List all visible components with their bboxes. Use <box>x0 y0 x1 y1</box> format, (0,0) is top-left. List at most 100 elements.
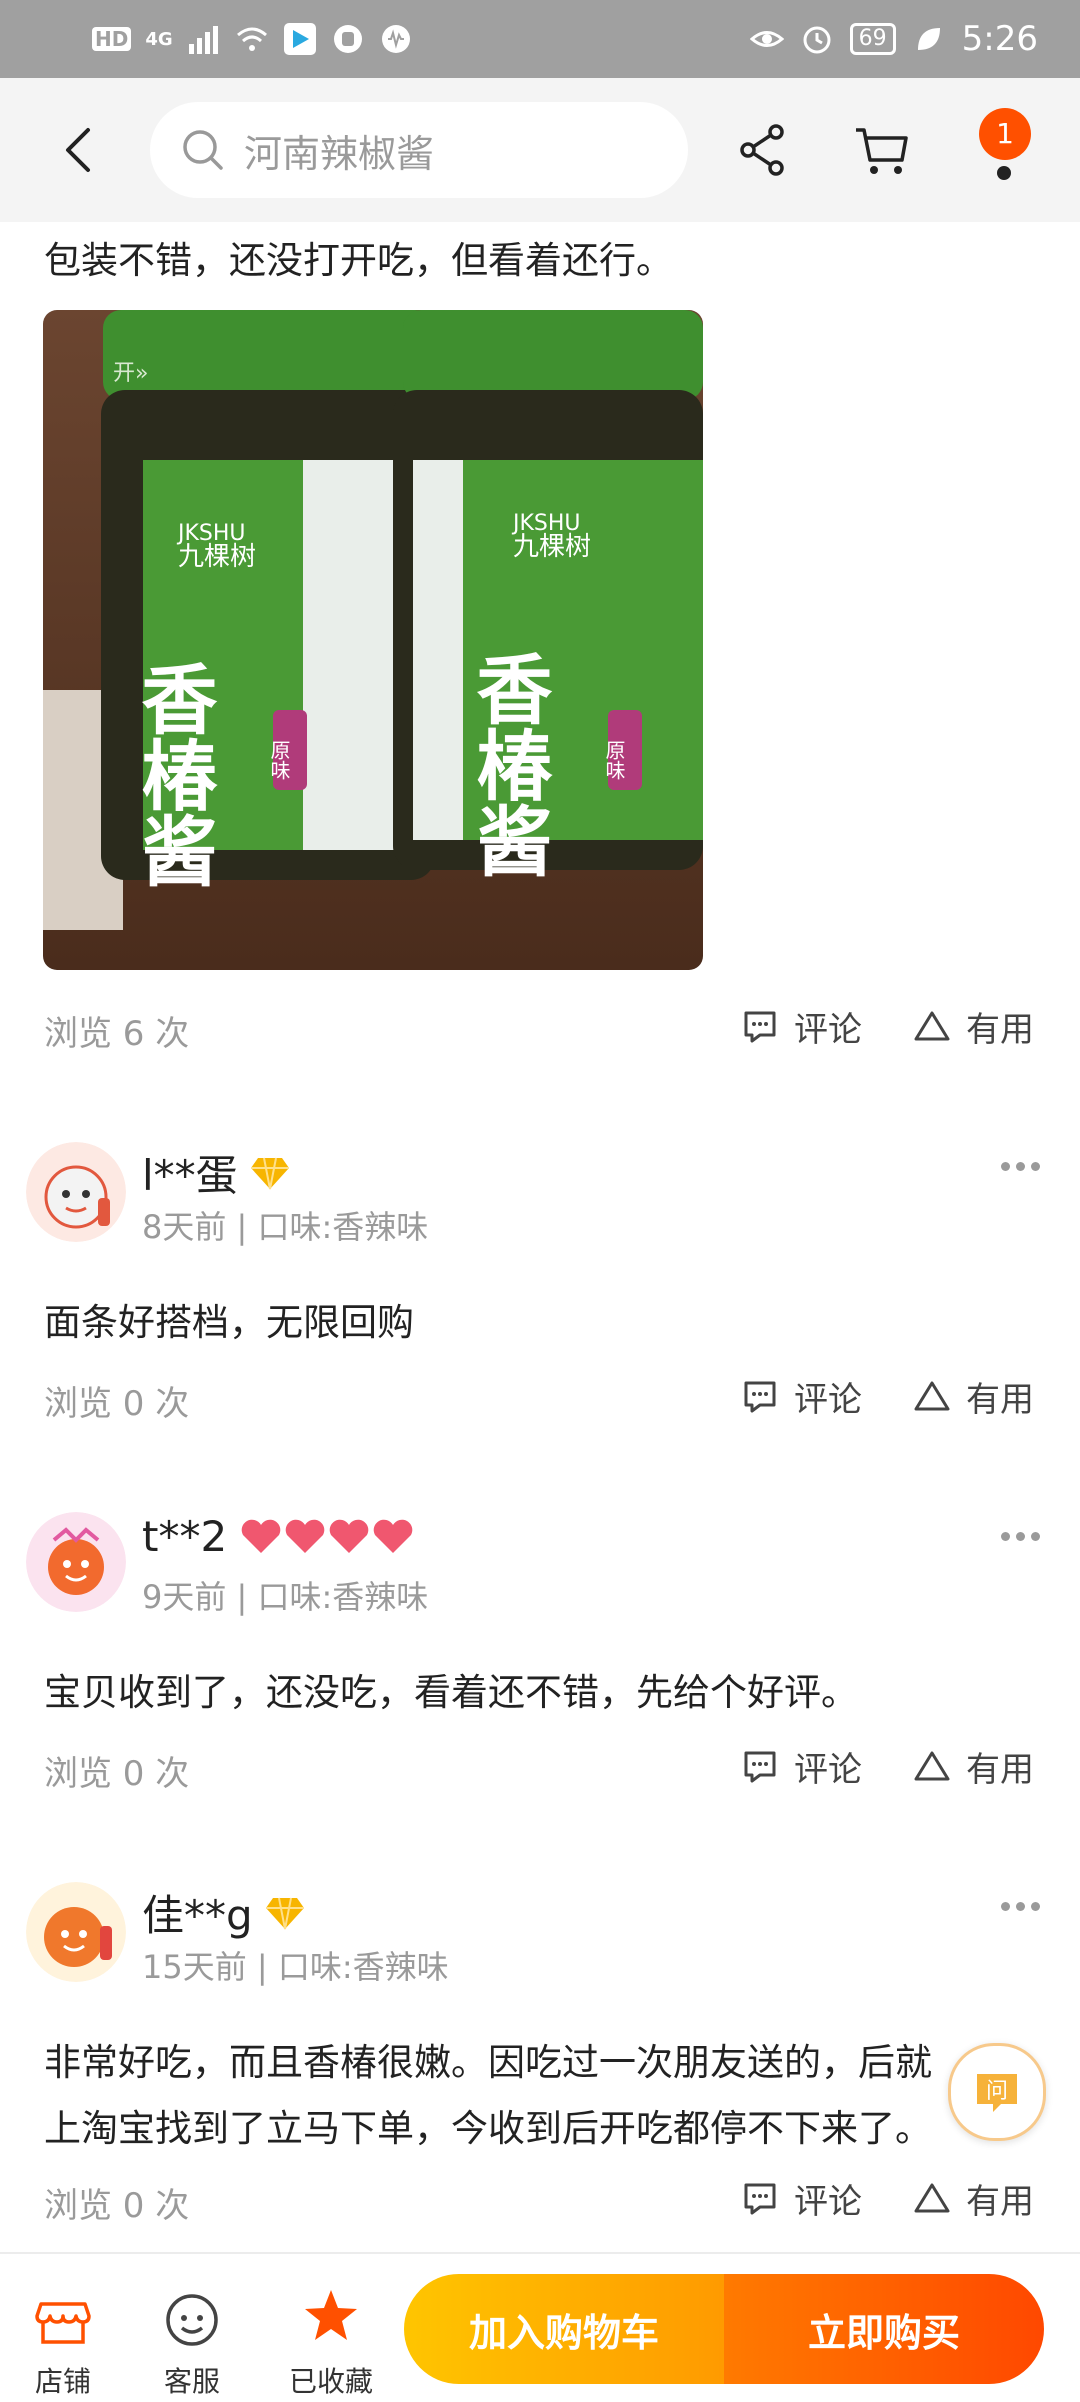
ask-question-button[interactable]: 问 <box>948 2043 1046 2141</box>
jar2-flavor: 原味 <box>602 740 626 780</box>
app-notification-icon <box>333 25 362 53</box>
jar1-brand-cn: 九棵树 <box>178 542 256 572</box>
jar2-product-name: 香椿酱 <box>464 650 553 878</box>
review-meta: 15天前 | 口味:香辣味 <box>142 1948 449 1986</box>
useful-label: 有用 <box>966 1380 1034 1420</box>
comment-button[interactable]: 评论 <box>740 1372 862 1421</box>
sound-wave-icon <box>381 25 410 53</box>
review-text: 宝贝收到了，还没吃，看着还不错，先给个好评。 <box>44 1671 858 1714</box>
triangle-up-icon <box>914 1751 950 1780</box>
comment-button[interactable]: 评论 <box>740 1742 862 1791</box>
username[interactable]: t**2 <box>142 1512 419 1561</box>
more-options-icon[interactable] <box>1001 1902 1040 1911</box>
wifi-icon <box>236 27 267 51</box>
jar1-flavor: 原味 <box>267 740 291 780</box>
signal-icon <box>188 26 218 54</box>
top-nav-bar: 河南辣椒酱 1 <box>0 78 1080 222</box>
comment-label: 评论 <box>794 1750 862 1790</box>
useful-button[interactable]: 有用 <box>912 1002 1034 1051</box>
useful-button[interactable]: 有用 <box>912 1742 1034 1791</box>
view-count: 浏览 0 次 <box>44 1754 190 1794</box>
review-stats-row: 浏览 0 次 评论 有用 <box>0 1368 1080 1428</box>
status-left-icons: HD 4G <box>92 18 413 60</box>
review-header: 佳**g 15天前 | 口味:香辣味 <box>0 1872 1080 1992</box>
add-to-cart-button[interactable]: 加入购物车 <box>404 2274 724 2384</box>
sauce-jars-photo: 开» JKSHU 九棵树 香椿酱 原味 JKSHU 九棵树 香椿酱 原味 <box>43 310 703 970</box>
shop-tab[interactable]: 店铺 <box>8 2268 118 2398</box>
review-text-line: 上淘宝找到了立马下单，今收到后开吃都停不下来了。 <box>44 2107 932 2150</box>
avatar[interactable] <box>26 1142 126 1242</box>
status-right-icons: 69 5:26 <box>749 14 1038 64</box>
leaf-power-saving-icon <box>917 28 940 50</box>
triangle-up-icon <box>914 1381 950 1410</box>
favorite-label: 已收藏 <box>288 2365 373 2398</box>
shop-icon <box>35 2302 91 2344</box>
review-stats-row: 浏览 0 次 评论 有用 <box>0 2170 1080 2230</box>
comment-icon <box>744 2183 776 2214</box>
review-header: l**蛋 8天前 | 口味:香辣味 <box>0 1132 1080 1252</box>
username-text: 佳**g <box>142 1891 253 1940</box>
jar1-product-name: 香椿酱 <box>129 660 218 888</box>
jar2-brand-cn: 九棵树 <box>513 532 591 562</box>
comment-button[interactable]: 评论 <box>740 1002 862 1051</box>
review-text: 包装不错，还没打开吃，但看着还行。 <box>44 239 673 282</box>
more-options-icon[interactable] <box>1001 1162 1040 1171</box>
share-icon[interactable] <box>730 118 794 182</box>
comment-label: 评论 <box>794 1010 862 1050</box>
red-hearts-level-icon <box>241 1519 413 1553</box>
more-options-icon[interactable] <box>1001 1532 1040 1541</box>
jar-lid-text: 开» <box>113 361 148 386</box>
purchase-buttons: 加入购物车 立即购买 <box>404 2274 1044 2384</box>
back-arrow-icon[interactable] <box>52 122 108 178</box>
avatar[interactable] <box>26 1512 126 1612</box>
username[interactable]: 佳**g <box>142 1882 305 1943</box>
avatar-mascot-icon <box>26 1512 126 1612</box>
comment-label: 评论 <box>794 2182 862 2222</box>
review-text-line: 非常好吃，而且香椿很嫩。因吃过一次朋友送的，后就 <box>44 2041 932 2084</box>
network-type: 4G <box>145 28 173 50</box>
search-input[interactable]: 河南辣椒酱 <box>150 102 688 198</box>
bottom-action-bar: 店铺 客服 已收藏 加入购物车 立即购买 <box>0 2252 1080 2402</box>
comment-icon <box>744 1751 776 1782</box>
username[interactable]: l**蛋 <box>142 1142 290 1203</box>
customer-service-icon <box>166 2294 218 2346</box>
search-placeholder: 河南辣椒酱 <box>244 131 435 176</box>
avatar-mascot-icon <box>26 1142 126 1242</box>
comment-icon <box>744 1011 776 1042</box>
customer-service-tab[interactable]: 客服 <box>137 2268 247 2398</box>
battery-level: 69 <box>849 23 896 55</box>
username-text: l**蛋 <box>142 1151 238 1200</box>
useful-label: 有用 <box>966 1750 1034 1790</box>
useful-button[interactable]: 有用 <box>912 2174 1034 2223</box>
useful-button[interactable]: 有用 <box>912 1372 1034 1421</box>
username-text: t**2 <box>142 1512 228 1561</box>
cart-icon[interactable] <box>850 118 914 182</box>
review-photo[interactable]: 开» JKSHU 九棵树 香椿酱 原味 JKSHU 九棵树 香椿酱 原味 <box>43 310 703 970</box>
search-icon <box>183 130 223 170</box>
useful-label: 有用 <box>966 2182 1034 2222</box>
review-text: 面条好搭档，无限回购 <box>44 1301 414 1344</box>
useful-label: 有用 <box>966 1010 1034 1050</box>
gold-diamond-icon <box>250 1157 289 1189</box>
status-bar: HD 4G 69 5:26 <box>0 0 1080 78</box>
hd-indicator: HD <box>92 27 132 51</box>
notification-badge[interactable]: 1 <box>979 108 1031 160</box>
favorite-tab[interactable]: 已收藏 <box>276 2268 386 2398</box>
buy-now-button[interactable]: 立即购买 <box>724 2274 1044 2384</box>
star-filled-icon <box>305 2290 357 2340</box>
customer-service-label: 客服 <box>163 2365 220 2398</box>
comment-button[interactable]: 评论 <box>740 2174 862 2223</box>
ask-label: 问 <box>986 2079 1008 2104</box>
comment-label: 评论 <box>794 1380 862 1420</box>
ask-bubble-icon: 问 <box>977 2074 1017 2112</box>
review-stats-row: 浏览 0 次 评论 有用 <box>0 1738 1080 1798</box>
avatar[interactable] <box>26 1882 126 1982</box>
review-meta: 8天前 | 口味:香辣味 <box>142 1208 429 1246</box>
view-count: 浏览 0 次 <box>44 1384 190 1424</box>
more-menu-icon[interactable] <box>997 166 1011 180</box>
eye-comfort-icon <box>749 31 784 47</box>
review-meta: 9天前 | 口味:香辣味 <box>142 1578 429 1616</box>
triangle-up-icon <box>914 2183 950 2212</box>
review-list[interactable]: 包装不错，还没打开吃，但看着还行。 开» JKSHU 九棵树 香椿酱 原味 JK… <box>0 222 1080 2252</box>
review-header: t**2 9天前 | 口味:香辣味 <box>0 1502 1080 1622</box>
